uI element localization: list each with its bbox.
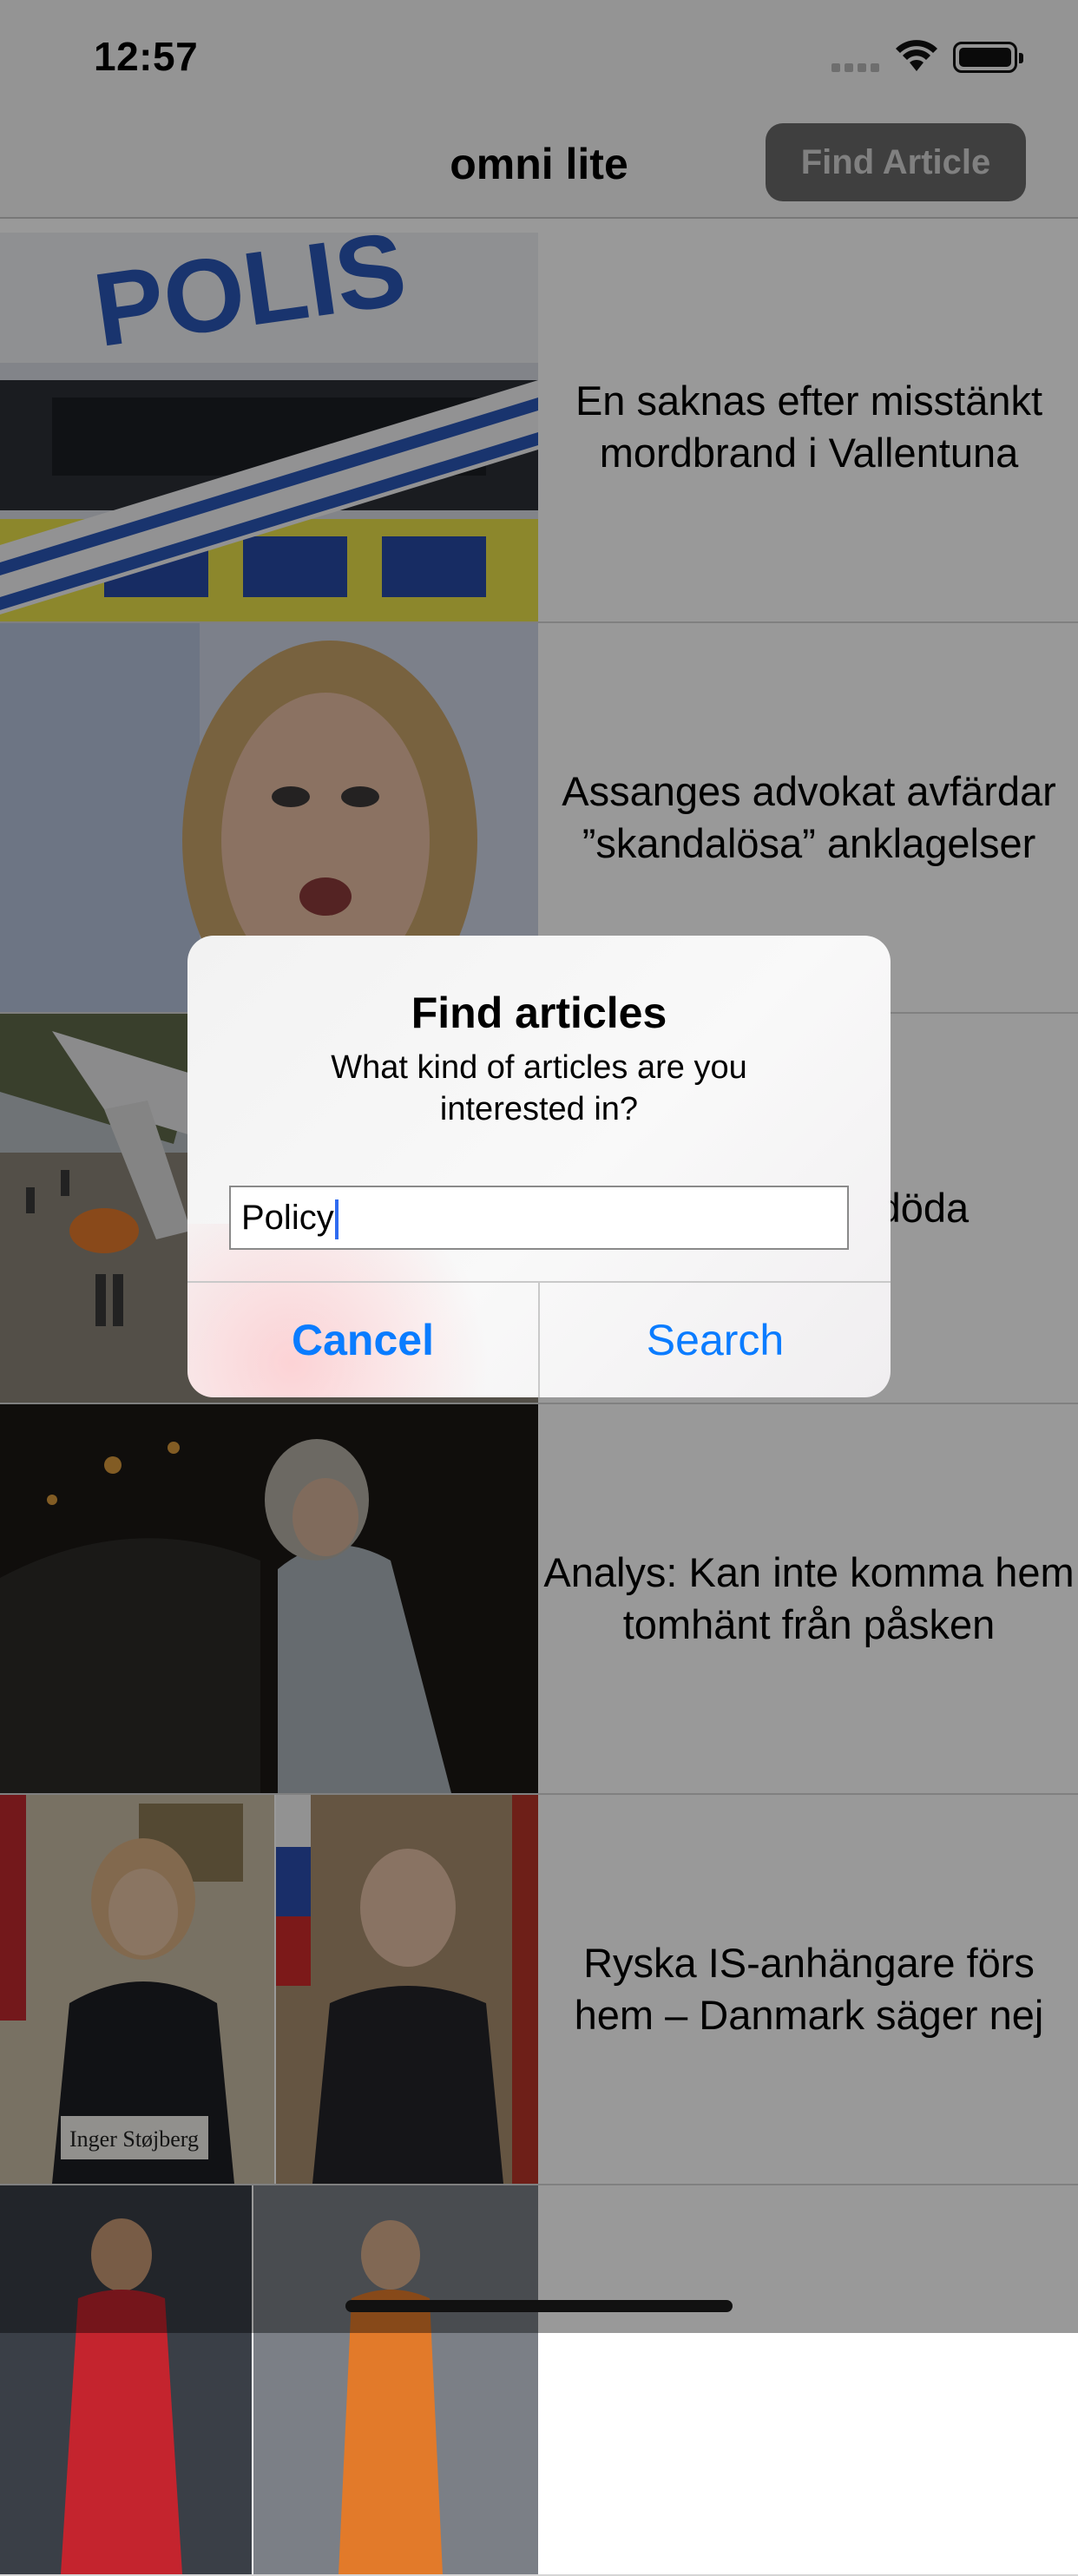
- home-indicator[interactable]: [345, 2300, 733, 2312]
- find-articles-dialog: Find articles What kind of articles are …: [187, 936, 891, 1397]
- text-caret: [334, 1199, 339, 1240]
- search-button[interactable]: Search: [540, 1283, 891, 1397]
- cancel-button[interactable]: Cancel: [187, 1283, 538, 1397]
- dialog-title: Find articles: [411, 989, 667, 1037]
- dialog-message: What kind of articles are you interested…: [331, 1049, 747, 1127]
- search-input-value: Policy: [241, 1199, 334, 1237]
- search-input[interactable]: Policy: [229, 1186, 849, 1250]
